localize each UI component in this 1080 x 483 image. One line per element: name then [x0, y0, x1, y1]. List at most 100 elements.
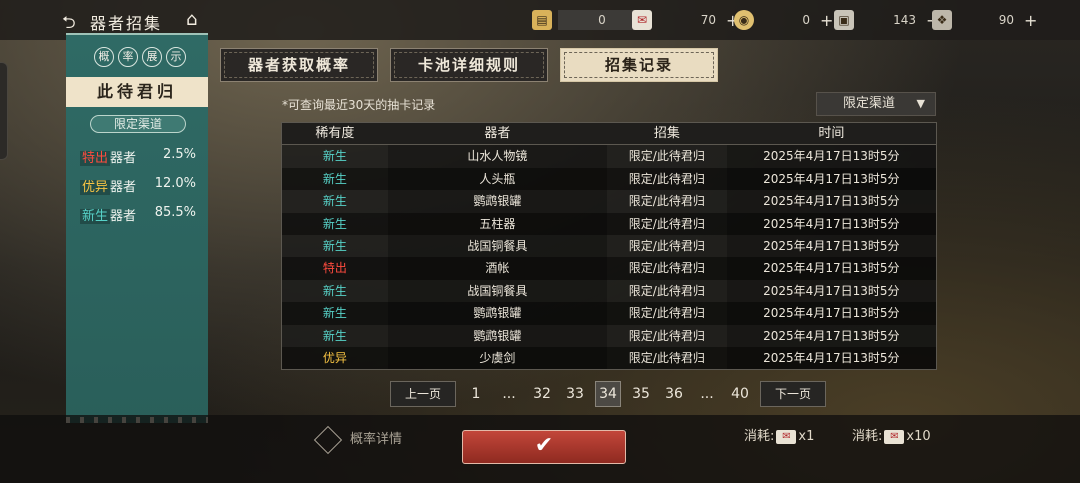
page-34-current[interactable]: 34	[595, 381, 621, 407]
tag-char: 展	[142, 47, 162, 67]
rate-row-excellent: 优异 器者 12.0%	[80, 176, 196, 195]
rarity-cell: 优异	[322, 350, 347, 365]
add-pattern-button[interactable]: +	[1024, 11, 1037, 30]
page-ellipsis: ...	[502, 386, 516, 402]
envelope-icon: ✉	[884, 429, 905, 444]
tag-char: 示	[166, 47, 186, 67]
probability-tags: 概 率 展 示	[94, 47, 186, 67]
pool-cell: 限定/此待君归	[628, 350, 705, 365]
probability-detail-label: 概率详情	[350, 432, 403, 447]
probability-detail-button[interactable]: 概率详情	[313, 425, 403, 454]
resource-scroll: ▤ 0	[532, 8, 646, 32]
envelope-icon: ✉	[776, 429, 797, 444]
rate-label: 器者	[110, 180, 137, 195]
table-row: 新生 五柱器 限定/此待君归 2025年4月17日13时5分	[282, 212, 936, 235]
rarity-cell: 新生	[322, 194, 347, 209]
resource-pattern: ❖ 90 +	[932, 8, 1037, 32]
pool-cell: 限定/此待君归	[628, 194, 705, 209]
rarity-label: 特出	[80, 151, 111, 166]
rarity-cell: 特出	[322, 261, 347, 276]
cost-label: 消耗:	[852, 429, 883, 444]
name-cell: 战国铜餐具	[387, 234, 607, 258]
channel-filter-dropdown[interactable]: 限定渠道 ▼	[816, 92, 936, 116]
side-drawer-handle[interactable]	[0, 62, 8, 160]
rarity-label: 新生	[80, 209, 111, 224]
time-cell: 2025年4月17日13时5分	[726, 212, 936, 235]
name-cell: 战国铜餐具	[387, 279, 607, 303]
pool-cell: 限定/此待君归	[628, 216, 705, 231]
time-cell: 2025年4月17日13时5分	[726, 279, 936, 303]
tag-char: 概	[94, 47, 114, 67]
dropdown-triangle-icon: ▼	[916, 97, 925, 110]
tab-acquire-probability[interactable]: 器者获取概率	[220, 48, 378, 82]
page-ellipsis: ...	[700, 386, 714, 402]
table-row: 特出 酒帐 限定/此待君归 2025年4月17日13时5分	[282, 257, 936, 280]
token-icon: ▣	[834, 10, 854, 30]
resource-token: ▣ 143 +	[834, 8, 939, 32]
page-35[interactable]: 35	[628, 381, 654, 407]
rate-value: 85.5%	[154, 205, 196, 220]
rate-label: 器者	[110, 151, 137, 166]
cost-quantity: x10	[906, 429, 931, 444]
add-coin-button[interactable]: +	[820, 11, 833, 30]
resource-envelope: ✉ 70 +	[632, 8, 739, 32]
tab-pool-rules[interactable]: 卡池详细规则	[390, 48, 548, 82]
table-header: 稀有度 器者 招集 时间	[282, 123, 936, 146]
rate-value: 2.5%	[162, 147, 196, 162]
header-time: 时间	[818, 126, 845, 141]
pool-cell: 限定/此待君归	[628, 238, 705, 253]
time-cell: 2025年4月17日13时5分	[726, 145, 936, 168]
name-cell: 鹦鹉银罐	[387, 190, 607, 213]
channel-filter-value: 限定渠道	[843, 96, 896, 111]
page-title: 器者招集	[90, 14, 163, 33]
confirm-button[interactable]: ✔	[462, 430, 626, 464]
table-row: 优异 少虞剑 限定/此待君归 2025年4月17日13时5分	[282, 346, 936, 370]
pool-cell: 限定/此待君归	[628, 261, 705, 276]
rate-label: 器者	[110, 209, 137, 224]
table-row: 新生 鹦鹉银罐 限定/此待君归 2025年4月17日13时5分	[282, 324, 936, 347]
table-row: 新生 战国铜餐具 限定/此待君归 2025年4月17日13时5分	[282, 234, 936, 258]
table-body: 新生 山水人物镜 限定/此待君归 2025年4月17日13时5分 新生 人头瓶 限定/此待君…	[282, 145, 936, 370]
page-33[interactable]: 33	[562, 381, 588, 407]
records-table: 稀有度 器者 招集 时间 新生 山水人物镜 限定/此待君归 2025年4月17日13时…	[281, 122, 937, 371]
next-page-button[interactable]: 下一页	[760, 381, 826, 407]
page-1[interactable]: 1	[463, 381, 489, 407]
pool-channel-badge: 限定渠道	[90, 115, 186, 133]
rate-row-new: 新生 器者 85.5%	[80, 205, 196, 224]
rate-row-special: 特出 器者 2.5%	[80, 147, 196, 166]
probability-panel: 概 率 展 示 此待君归 限定渠道 特出 器者 2.5% 优异 器者 12.0% 新…	[66, 33, 208, 423]
header-rarity: 稀有度	[315, 126, 355, 141]
pool-cell: 限定/此待君归	[628, 171, 705, 186]
table-row: 新生 战国铜餐具 限定/此待君归 2025年4月17日13时5分	[282, 279, 936, 303]
cost-label: 消耗:	[744, 429, 775, 444]
rarity-cell: 新生	[322, 283, 347, 298]
table-row: 新生 山水人物镜 限定/此待君归 2025年4月17日13时5分	[282, 145, 936, 168]
resource-value: 70	[700, 13, 716, 27]
records-notice: *可查询最近30天的抽卡记录	[282, 98, 436, 112]
page-32[interactable]: 32	[529, 381, 555, 407]
pool-cell: 限定/此待君归	[628, 283, 705, 298]
name-cell: 少虞剑	[387, 346, 607, 370]
resource-coin: ◉ 0 +	[734, 8, 833, 32]
header-name: 器者	[484, 126, 511, 141]
name-cell: 鹦鹉银罐	[387, 324, 607, 347]
time-cell: 2025年4月17日13时5分	[726, 234, 936, 258]
table-row: 新生 鹦鹉银罐 限定/此待君归 2025年4月17日13时5分	[282, 190, 936, 213]
scroll-icon: ▤	[532, 10, 552, 30]
table-row: 新生 人头瓶 限定/此待君归 2025年4月17日13时5分	[282, 167, 936, 191]
prev-page-button[interactable]: 上一页	[390, 381, 456, 407]
resource-value: 143	[893, 13, 916, 27]
envelope-icon: ✉	[632, 10, 652, 30]
cost-quantity: x1	[798, 429, 815, 444]
home-icon[interactable]: ⌂	[186, 9, 197, 30]
name-cell: 鹦鹉银罐	[387, 302, 607, 325]
pool-cell: 限定/此待君归	[628, 149, 705, 164]
page-36[interactable]: 36	[661, 381, 687, 407]
tab-recruit-records[interactable]: 招集记录	[560, 48, 718, 82]
time-cell: 2025年4月17日13时5分	[726, 346, 936, 370]
rarity-cell: 新生	[322, 216, 347, 231]
rarity-label: 优异	[80, 180, 111, 195]
name-cell: 山水人物镜	[387, 145, 607, 168]
page-40[interactable]: 40	[727, 381, 753, 407]
resource-value: 90	[998, 13, 1014, 27]
